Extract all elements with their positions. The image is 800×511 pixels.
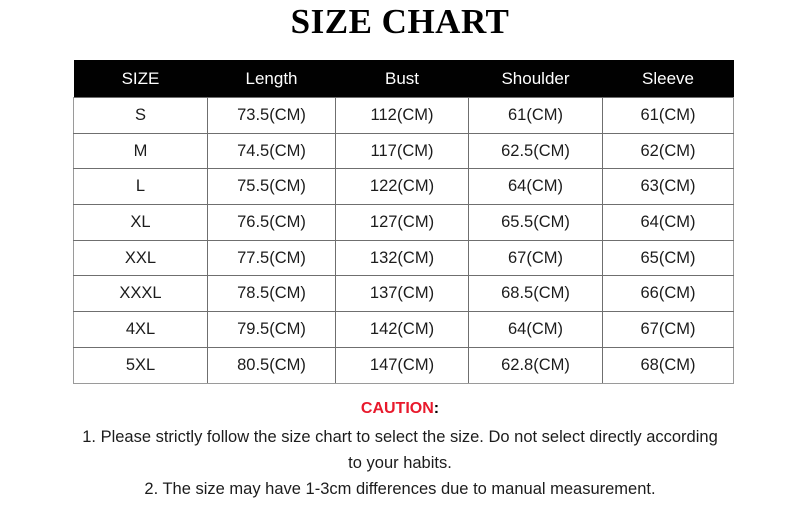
- caution-heading: CAUTION:: [0, 398, 800, 420]
- cell-length: 79.5(CM): [207, 311, 336, 348]
- table-row: M 74.5(CM) 117(CM) 62.5(CM) 62(CM): [73, 132, 734, 170]
- caution-note-1-line-1: 1. Please strictly follow the size chart…: [82, 428, 718, 446]
- caution-block: CAUTION: 1. Please strictly follow the s…: [0, 398, 800, 502]
- cell-size: 4XL: [73, 311, 208, 348]
- cell-sleeve: 63(CM): [602, 168, 734, 206]
- column-header-bust: Bust: [335, 60, 469, 98]
- table-row: XXXL 78.5(CM) 137(CM) 68.5(CM) 66(CM): [73, 275, 734, 313]
- cell-shoulder: 64(CM): [468, 168, 603, 206]
- cell-sleeve: 68(CM): [602, 346, 734, 384]
- cell-sleeve: 64(CM): [602, 204, 734, 241]
- cell-bust: 122(CM): [335, 168, 469, 206]
- cell-size: XL: [73, 204, 208, 241]
- table-header-row: SIZE Length Bust Shoulder Sleeve: [73, 60, 734, 98]
- column-header-sleeve: Sleeve: [602, 60, 734, 98]
- table-row: L 75.5(CM) 122(CM) 64(CM) 63(CM): [73, 168, 734, 206]
- column-header-size: SIZE: [73, 60, 208, 98]
- column-header-length: Length: [207, 60, 336, 98]
- cell-bust: 112(CM): [335, 97, 469, 134]
- cell-bust: 127(CM): [335, 204, 469, 241]
- size-chart-table: SIZE Length Bust Shoulder Sleeve S 73.5(…: [73, 60, 734, 384]
- caution-note-2: 2. The size may have 1-3cm differences d…: [144, 480, 656, 498]
- caution-label: CAUTION: [360, 400, 434, 417]
- cell-shoulder: 61(CM): [468, 97, 603, 134]
- table-row: XXL 77.5(CM) 132(CM) 67(CM) 65(CM): [73, 239, 734, 277]
- cell-length: 80.5(CM): [207, 346, 336, 384]
- cell-size: S: [73, 97, 208, 134]
- cell-shoulder: 62.5(CM): [468, 132, 603, 170]
- table-row: S 73.5(CM) 112(CM) 61(CM) 61(CM): [73, 97, 734, 134]
- column-header-shoulder: Shoulder: [468, 60, 603, 98]
- caution-colon: :: [433, 400, 440, 417]
- cell-bust: 132(CM): [335, 239, 469, 277]
- table-body: S 73.5(CM) 112(CM) 61(CM) 61(CM) M 74.5(…: [73, 97, 734, 384]
- table-header: SIZE Length Bust Shoulder Sleeve: [73, 60, 734, 98]
- cell-shoulder: 65.5(CM): [468, 204, 603, 241]
- page-title: SIZE CHART: [290, 2, 510, 41]
- cell-sleeve: 61(CM): [602, 97, 734, 134]
- cell-length: 77.5(CM): [207, 239, 336, 277]
- cell-size: L: [73, 168, 208, 206]
- cell-size: M: [73, 132, 208, 170]
- cell-bust: 117(CM): [335, 132, 469, 170]
- cell-sleeve: 67(CM): [602, 311, 734, 348]
- cell-length: 75.5(CM): [207, 168, 336, 206]
- table-row: 5XL 80.5(CM) 147(CM) 62.8(CM) 68(CM): [73, 346, 734, 384]
- cell-length: 74.5(CM): [207, 132, 336, 170]
- cell-sleeve: 65(CM): [602, 239, 734, 277]
- cell-length: 73.5(CM): [207, 97, 336, 134]
- cell-length: 78.5(CM): [207, 275, 336, 313]
- size-chart-table-container: SIZE Length Bust Shoulder Sleeve S 73.5(…: [73, 60, 734, 384]
- cell-size: 5XL: [73, 346, 208, 384]
- cell-bust: 137(CM): [335, 275, 469, 313]
- cell-shoulder: 67(CM): [468, 239, 603, 277]
- caution-note-1-line-2: to your habits.: [348, 454, 452, 472]
- cell-shoulder: 64(CM): [468, 311, 603, 348]
- cell-size: XXXL: [73, 275, 208, 313]
- cell-length: 76.5(CM): [207, 204, 336, 241]
- cell-bust: 142(CM): [335, 311, 469, 348]
- table-row: 4XL 79.5(CM) 142(CM) 64(CM) 67(CM): [73, 311, 734, 348]
- cell-sleeve: 62(CM): [602, 132, 734, 170]
- size-chart-page: SIZE CHART SIZE Length Bust Shoulder Sle…: [0, 0, 800, 511]
- cell-shoulder: 68.5(CM): [468, 275, 603, 313]
- cell-shoulder: 62.8(CM): [468, 346, 603, 384]
- cell-bust: 147(CM): [335, 346, 469, 384]
- cell-sleeve: 66(CM): [602, 275, 734, 313]
- table-row: XL 76.5(CM) 127(CM) 65.5(CM) 64(CM): [73, 204, 734, 241]
- cell-size: XXL: [73, 239, 208, 277]
